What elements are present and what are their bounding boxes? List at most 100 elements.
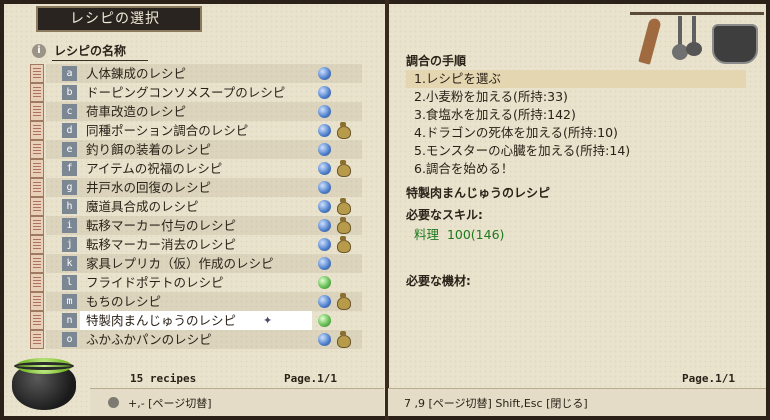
info-icon: i xyxy=(32,44,46,58)
cauldron-icon xyxy=(6,350,84,414)
row-hotkey[interactable]: d xyxy=(62,123,77,138)
recipe-row[interactable]: k 家具レプリカ（仮）作成のレシピ xyxy=(30,254,362,273)
money-bag-icon xyxy=(336,236,351,253)
recipe-scroll-icon xyxy=(30,254,44,273)
recipe-scroll-icon xyxy=(30,235,44,254)
right-footer-bar: 7 ,9 [ページ切替] Shift,Esc [閉じる] xyxy=(388,388,766,416)
recipe-row[interactable]: l フライドポテトのレシピ xyxy=(30,273,360,292)
recipe-row[interactable]: h 魔道具合成のレシピ xyxy=(30,197,360,216)
recipe-name[interactable]: 同種ポーション調合のレシピ xyxy=(80,121,312,140)
row-hotkey[interactable]: k xyxy=(62,256,77,271)
recipe-name[interactable]: 家具レプリカ（仮）作成のレシピ xyxy=(80,254,312,273)
recipe-row[interactable]: f アイテムの祝福のレシピ xyxy=(30,159,360,178)
window-title: レシピの選択 xyxy=(36,6,202,32)
blue-orb-icon xyxy=(318,200,331,213)
recipe-name[interactable]: 魔道具合成のレシピ xyxy=(80,197,312,216)
row-hotkey[interactable]: l xyxy=(62,275,77,290)
recipe-row[interactable]: d 同種ポーション調合のレシピ xyxy=(30,121,360,140)
money-bag-icon xyxy=(336,122,351,139)
recipe-row[interactable]: o ふかふかパンのレシピ xyxy=(30,330,362,349)
list-header: i レシピの名称 xyxy=(32,42,152,62)
row-hotkey[interactable]: b xyxy=(62,85,77,100)
recipe-name[interactable]: 特製肉まんじゅうのレシピ xyxy=(80,311,312,330)
blue-orb-icon xyxy=(318,67,331,80)
recipe-row[interactable]: g 井戸水の回復のレシピ xyxy=(30,178,362,197)
procedure-step[interactable]: 3.食塩水を加える(所持:142) xyxy=(406,106,746,124)
blue-orb-icon xyxy=(318,86,331,99)
procedure-step[interactable]: 5.モンスターの心臓を加える(所持:14) xyxy=(406,142,746,160)
recipe-scroll-icon xyxy=(30,216,44,235)
row-hotkey[interactable]: e xyxy=(62,142,77,157)
money-bag-icon xyxy=(336,160,351,177)
blue-orb-icon xyxy=(318,333,331,346)
detail-hint: 7 ,9 [ページ切替] Shift,Esc [閉じる] xyxy=(404,397,588,410)
recipe-list: a 人体錬成のレシピ b ドーピングコンソメスープのレシピ c 荷車改造のレシピ d 同種ポー… xyxy=(30,64,362,349)
blue-orb-icon xyxy=(318,105,331,118)
row-hotkey[interactable]: h xyxy=(62,199,77,214)
list-header-label: レシピの名称 xyxy=(54,44,127,58)
row-hotkey[interactable]: c xyxy=(62,104,77,119)
list-header-underline xyxy=(52,60,148,61)
recipe-scroll-icon xyxy=(30,292,44,311)
kitchen-utensils-icon xyxy=(630,4,764,74)
recipe-scroll-icon xyxy=(30,83,44,102)
recipe-row[interactable]: a 人体錬成のレシピ xyxy=(30,64,362,83)
recipe-scroll-icon xyxy=(30,64,44,83)
recipe-scroll-icon xyxy=(30,102,44,121)
recipe-name[interactable]: 転移マーカー消去のレシピ xyxy=(80,235,312,254)
hint-bullet-icon xyxy=(108,397,119,408)
recipe-scroll-icon xyxy=(30,140,44,159)
procedure-step[interactable]: 2.小麦粉を加える(所持:33) xyxy=(406,88,746,106)
blue-orb-icon xyxy=(318,143,331,156)
blue-orb-icon xyxy=(318,162,331,175)
recipe-row[interactable]: c 荷車改造のレシピ xyxy=(30,102,362,121)
recipe-scroll-icon xyxy=(30,197,44,216)
green-orb-icon xyxy=(318,276,331,289)
recipe-name[interactable]: 井戸水の回復のレシピ xyxy=(80,178,312,197)
recipe-name[interactable]: アイテムの祝福のレシピ xyxy=(80,159,312,178)
procedure-step[interactable]: 1.レシピを選ぶ xyxy=(406,70,746,88)
blue-orb-icon xyxy=(318,238,331,251)
blue-orb-icon xyxy=(318,124,331,137)
row-hotkey[interactable]: a xyxy=(62,66,77,81)
row-hotkey[interactable]: i xyxy=(62,218,77,233)
recipe-name[interactable]: もちのレシピ xyxy=(80,292,312,311)
money-bag-icon xyxy=(336,293,351,310)
materials-header: 必要な機材: xyxy=(406,274,471,288)
blue-orb-icon xyxy=(318,181,331,194)
recipe-name[interactable]: フライドポテトのレシピ xyxy=(80,273,312,292)
recipe-scroll-icon xyxy=(30,273,44,292)
recipe-row[interactable]: j 転移マーカー消去のレシピ xyxy=(30,235,360,254)
list-page-indicator: Page.1/1 xyxy=(284,372,337,385)
money-bag-icon xyxy=(336,331,351,348)
recipe-scroll-icon xyxy=(30,159,44,178)
money-bag-icon xyxy=(336,217,351,234)
recipe-name[interactable]: 荷車改造のレシピ xyxy=(80,102,312,121)
blue-orb-icon xyxy=(318,257,331,270)
blue-orb-icon xyxy=(318,295,331,308)
row-hotkey[interactable]: g xyxy=(62,180,77,195)
recipe-name[interactable]: 転移マーカー付与のレシピ xyxy=(80,216,312,235)
row-hotkey[interactable]: f xyxy=(62,161,77,176)
procedure-step[interactable]: 4.ドラゴンの死体を加える(所持:10) xyxy=(406,124,746,142)
detail-page-indicator: Page.1/1 xyxy=(682,372,735,385)
row-hotkey[interactable]: o xyxy=(62,332,77,347)
recipe-scroll-icon xyxy=(30,330,44,349)
row-hotkey[interactable]: j xyxy=(62,237,77,252)
recipe-row[interactable]: b ドーピングコンソメスープのレシピ xyxy=(30,83,360,102)
procedure-step[interactable]: 6.調合を始める！ xyxy=(406,160,746,178)
money-bag-icon xyxy=(336,198,351,215)
recipe-count: 15 recipes xyxy=(130,372,197,385)
recipe-row[interactable]: m もちのレシピ xyxy=(30,292,362,311)
recipe-name[interactable]: ふかふかパンのレシピ xyxy=(80,330,312,349)
recipe-row[interactable]: i 転移マーカー付与のレシピ xyxy=(30,216,362,235)
procedure-steps: 1.レシピを選ぶ 2.小麦粉を加える(所持:33) 3.食塩水を加える(所持:142… xyxy=(406,70,746,178)
row-hotkey[interactable]: m xyxy=(62,294,77,309)
recipe-name[interactable]: 人体錬成のレシピ xyxy=(80,64,312,83)
recipe-row[interactable]: e 釣り餌の装着のレシピ xyxy=(30,140,362,159)
row-hotkey[interactable]: n xyxy=(62,313,77,328)
recipe-name[interactable]: ドーピングコンソメスープのレシピ xyxy=(80,83,312,102)
recipe-name[interactable]: 釣り餌の装着のレシピ xyxy=(80,140,312,159)
selection-cursor-icon: ✦ xyxy=(263,314,273,327)
recipe-row[interactable]: n 特製肉まんじゅうのレシピ ✦ xyxy=(30,311,360,330)
